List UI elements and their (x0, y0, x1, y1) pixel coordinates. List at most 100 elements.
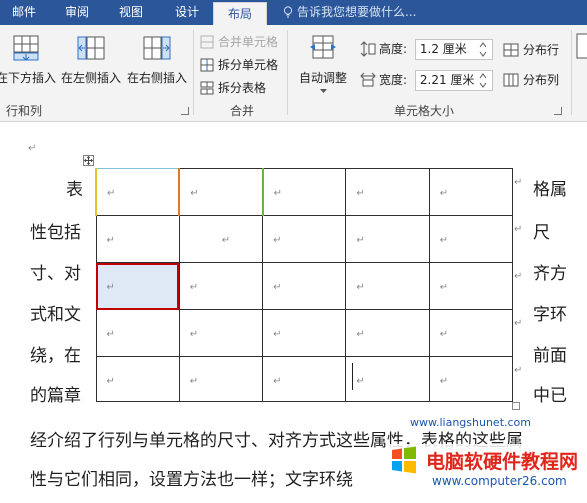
wrap-text-right-line: 齐方 (533, 264, 567, 284)
watermark-url: www.computer26.com (432, 474, 567, 488)
split-table-button[interactable]: 拆分表格 (200, 79, 266, 97)
merge-group-label: 合并 (229, 104, 254, 118)
watermark-title: 电脑软硬件教程网 (426, 451, 579, 473)
insert-below-button[interactable]: 在下方插入 (0, 33, 56, 86)
width-value: 2.21 厘米 (419, 73, 475, 87)
windows-logo-icon (392, 446, 416, 474)
merge-cells-icon (200, 35, 214, 49)
chevron-down-icon (319, 89, 327, 93)
insert-right-button[interactable]: 在右侧插入 (126, 33, 188, 86)
height-value: 1.2 厘米 (419, 42, 467, 56)
insert-below-label: 在下方插入 (0, 71, 57, 85)
tab-view[interactable]: 视图 (106, 0, 156, 25)
wrap-text-left-line: 绕，在 (30, 346, 81, 366)
wrap-text-left-line: 表 (66, 180, 83, 200)
table-cell[interactable]: ↵ (178, 215, 264, 263)
table-cell[interactable]: ↵ (345, 309, 430, 357)
distribute-rows-icon (503, 43, 519, 57)
split-cells-icon (200, 58, 214, 72)
table-cell[interactable]: ↵ (345, 215, 430, 263)
distribute-rows-button[interactable]: 分布行 (503, 41, 559, 59)
ribbon-panel: 在下方插入 在左侧插入 在右侧插入 行和列 合并单元格 拆分单元格 拆分表格 合… (0, 25, 587, 122)
table-cell[interactable]: ↵ (428, 215, 514, 263)
tell-me-search[interactable]: 告诉我您想要做什么... (283, 0, 416, 25)
distribute-cols-label: 分布列 (523, 73, 560, 87)
table-cell[interactable]: ↵ (262, 215, 347, 263)
wrap-text-right-line: 前面 (533, 346, 567, 366)
insert-left-label: 在左侧插入 (60, 71, 121, 85)
row-end-mark: ↵ (514, 271, 523, 282)
rows-cols-launcher-icon[interactable] (181, 107, 189, 115)
spinner-arrows-icon[interactable] (479, 41, 487, 58)
table-cell[interactable]: ↵ (261, 168, 347, 216)
tab-review[interactable]: 审阅 (52, 0, 102, 25)
text-cursor (352, 363, 353, 390)
height-spinner[interactable]: 1.2 厘米 (414, 39, 493, 60)
wrap-text-right-line: 格属 (533, 180, 567, 200)
table-cell[interactable]: ↵ (95, 215, 180, 263)
distribute-cols-button[interactable]: 分布列 (503, 71, 559, 89)
move-arrows-icon (84, 156, 93, 165)
cell-size-launcher-icon[interactable] (554, 107, 562, 115)
tab-mailings[interactable]: 邮件 (0, 0, 48, 25)
merge-cells-label: 合并单元格 (218, 35, 279, 49)
row-end-mark: ↵ (514, 365, 523, 376)
split-cells-label: 拆分单元格 (218, 58, 279, 72)
group-divider (193, 30, 194, 115)
paragraph-mark: ↵ (28, 143, 37, 154)
tab-design[interactable]: 设计 (162, 0, 212, 25)
autofit-button[interactable]: 自动调整 (294, 33, 352, 94)
table-cell[interactable]: ↵ (428, 262, 514, 310)
group-divider (571, 30, 572, 115)
table-cell[interactable]: ↵ (428, 168, 514, 216)
wrap-text-right-line: 中已 (533, 386, 567, 406)
split-cells-button[interactable]: 拆分单元格 (200, 56, 278, 74)
insert-left-button[interactable]: 在左侧插入 (60, 33, 122, 86)
table-cell[interactable]: ↵ (262, 309, 347, 357)
spinner-arrows-icon[interactable] (479, 72, 487, 89)
table-cell[interactable]: ↵ (178, 356, 264, 402)
column-width-icon (360, 72, 376, 87)
wrap-text-right-line: 尺 (533, 223, 550, 243)
wrap-text-left-line: 式和文 (30, 305, 81, 325)
table-cell[interactable]: ↵ (95, 309, 180, 357)
distribute-cols-icon (503, 73, 519, 87)
table-move-handle[interactable] (83, 155, 94, 166)
selected-table-cell[interactable]: ↵ (95, 262, 180, 310)
table-cell[interactable]: ↵ (345, 262, 430, 310)
table-cell[interactable]: ↵ (94, 168, 180, 216)
wrap-text-left-line: 的篇章 (30, 386, 81, 406)
table-resize-handle[interactable] (512, 402, 520, 410)
table-cell[interactable]: ↵ (262, 262, 347, 310)
cell-size-group-label: 单元格大小 (393, 104, 454, 118)
body-text-line: 性与它们相同，设置方法也一样；文字环绕 (30, 470, 353, 490)
table-row: ↵ ↵ ↵ ↵ ↵ (94, 168, 514, 216)
width-label: 宽度: (379, 73, 408, 87)
height-row: 高度: 1.2 厘米 (360, 38, 493, 60)
table-cell[interactable]: ↵ (262, 356, 347, 402)
tab-layout[interactable]: 布局 (213, 2, 267, 25)
table-cell[interactable]: ↵ (95, 356, 180, 402)
merge-cells-button[interactable]: 合并单元格 (200, 33, 278, 51)
table-cell[interactable]: ↵ (178, 168, 264, 216)
table-cell[interactable]: ↵ (345, 168, 430, 216)
wrap-text-left-line: 寸、对 (30, 264, 81, 284)
rows-cols-group-label: 行和列 (5, 104, 42, 118)
wrap-text-right-line: 字环 (533, 305, 567, 325)
table-row: ↵ ↵ ↵ ↵ ↵ (95, 356, 514, 402)
watermark-url-top: www.liangshunet.com (410, 416, 531, 429)
table-cell[interactable]: ↵ (428, 356, 514, 402)
width-spinner[interactable]: 2.21 厘米 (414, 70, 493, 91)
watermark-overlay: 电脑软硬件教程网 www.computer26.com (386, 444, 587, 503)
row-end-mark: ↵ (514, 177, 523, 188)
row-end-mark: ↵ (514, 224, 523, 235)
table-cell[interactable]: ↵ (345, 356, 430, 402)
table-cell[interactable]: ↵ (428, 309, 514, 357)
insert-below-icon (13, 35, 39, 61)
document-table[interactable]: ↵ ↵ ↵ ↵ ↵ ↵ ↵ ↵ ↵ ↵ ↵ ↵ ↵ ↵ ↵ ↵ ↵ ↵ ↵ ↵ … (94, 168, 514, 402)
alignment-grid-icon[interactable] (576, 33, 587, 59)
table-cell[interactable]: ↵ (178, 262, 264, 310)
row-height-icon (360, 41, 376, 57)
insert-right-label: 在右侧插入 (126, 71, 187, 85)
table-cell[interactable]: ↵ (178, 309, 264, 357)
